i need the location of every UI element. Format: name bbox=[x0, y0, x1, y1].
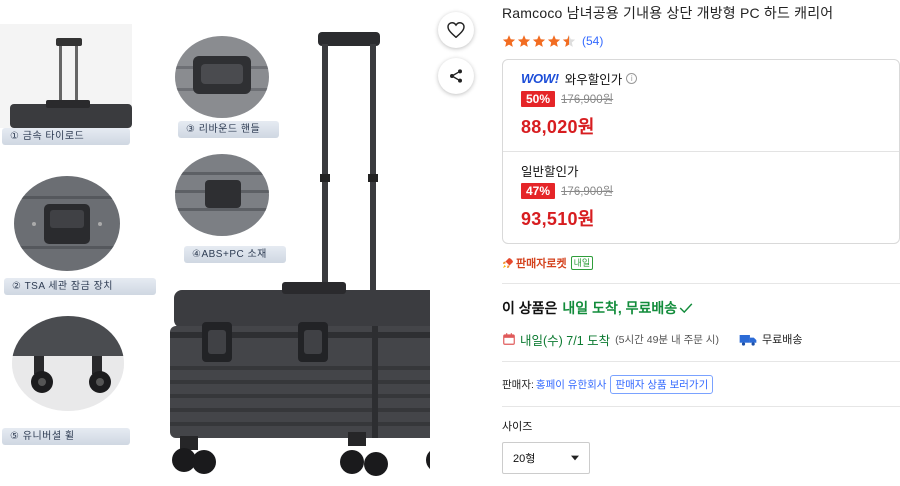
product-info-panel: Ramcoco 남녀공용 기내용 상단 개방형 PC 하드 캐리어 (54) W… bbox=[502, 0, 900, 474]
size-selected-value: 20형 bbox=[513, 453, 536, 465]
tomorrow-badge: 내일 bbox=[570, 256, 594, 270]
star-icon bbox=[532, 35, 546, 47]
share-icon bbox=[450, 69, 462, 83]
price-box: WOW! 와우할인가 i 50% 176,900원 88,020원 일반할인가 … bbox=[502, 59, 900, 244]
wow-discount-badge: 50% bbox=[521, 91, 556, 107]
delivery-date-row: 내일(수) 7/1 도착 (5시간 49분 내 주문 시) 무료배송 bbox=[502, 330, 900, 348]
info-icon[interactable]: i bbox=[626, 72, 638, 84]
product-image-gallery[interactable]: ① 금속 타이로드 ③ 리바운드 핸들 ② TSA 세관 잠금 장치 ④ABS+… bbox=[0, 0, 430, 486]
regular-discount-badge: 47% bbox=[521, 183, 556, 199]
seller-name-link[interactable]: 홍페이 유한회사 bbox=[536, 377, 607, 392]
half-star-icon bbox=[562, 35, 576, 47]
wow-final-price: 88,020원 bbox=[521, 117, 595, 137]
review-count-link[interactable]: (54) bbox=[582, 34, 603, 48]
regular-final-price: 93,510원 bbox=[521, 209, 595, 229]
heart-icon bbox=[447, 22, 465, 38]
seller-label: 판매자: bbox=[502, 378, 534, 391]
wow-logo: WOW! bbox=[521, 70, 559, 86]
wow-original-price: 176,900원 bbox=[561, 94, 614, 106]
caption-tie-rod: ① 금속 타이로드 bbox=[2, 128, 130, 145]
calendar-icon bbox=[503, 333, 515, 345]
check-icon bbox=[679, 303, 693, 314]
star-rating bbox=[502, 34, 576, 48]
regular-price-section: 일반할인가 47% 176,900원 93,510원 bbox=[503, 151, 899, 243]
arrival-headline: 이 상품은 내일 도착, 무료배송 bbox=[502, 298, 900, 318]
detail-image-telescoping-handle bbox=[0, 24, 132, 128]
divider bbox=[502, 283, 900, 284]
seller-row: 판매자: 홍페이 유한회사 판매자 상품 보러가기 bbox=[502, 374, 900, 394]
caption-tsa-lock: ② TSA 세관 잠금 장치 bbox=[4, 278, 156, 295]
star-icon bbox=[517, 35, 531, 47]
wow-price-label: 와우할인가 bbox=[564, 72, 623, 87]
free-shipping-label: 무료배송 bbox=[761, 334, 803, 346]
divider bbox=[502, 406, 900, 407]
seller-rocket-row: 판매자로켓 내일 bbox=[502, 255, 900, 271]
wow-price-section: WOW! 와우할인가 i 50% 176,900원 88,020원 bbox=[503, 60, 899, 151]
arrival-headline-highlight: 내일 도착, 무료배송 bbox=[562, 300, 678, 316]
rocket-icon bbox=[503, 258, 513, 268]
action-buttons bbox=[438, 12, 478, 104]
star-icon bbox=[502, 35, 516, 47]
star-icon bbox=[547, 35, 561, 47]
size-option-label: 사이즈 bbox=[502, 421, 533, 433]
caption-universal-wheel: ⑤ 유니버셜 휠 bbox=[2, 428, 130, 445]
share-button[interactable] bbox=[438, 58, 474, 94]
detail-image-tsa-lock bbox=[14, 176, 120, 271]
size-select[interactable]: 20형 bbox=[502, 442, 590, 474]
truck-icon bbox=[739, 334, 757, 346]
regular-original-price: 176,900원 bbox=[561, 186, 614, 198]
arrival-headline-prefix: 이 상품은 bbox=[502, 300, 558, 316]
product-title: Ramcoco 남녀공용 기내용 상단 개방형 PC 하드 캐리어 bbox=[502, 5, 834, 21]
main-product-image bbox=[170, 32, 430, 476]
order-cutoff-note: (5시간 49분 내 주문 시) bbox=[615, 333, 719, 346]
regular-price-label: 일반할인가 bbox=[521, 164, 579, 179]
wishlist-button[interactable] bbox=[438, 12, 474, 48]
divider bbox=[502, 361, 900, 362]
detail-image-wheel bbox=[12, 316, 124, 411]
caret-down-icon bbox=[571, 455, 579, 461]
rating-row[interactable]: (54) bbox=[502, 33, 900, 49]
seller-rocket-label: 판매자로켓 bbox=[516, 258, 567, 270]
seller-products-button[interactable]: 판매자 상품 보러가기 bbox=[610, 374, 714, 394]
delivery-date: 내일(수) 7/1 도착 bbox=[520, 333, 611, 348]
